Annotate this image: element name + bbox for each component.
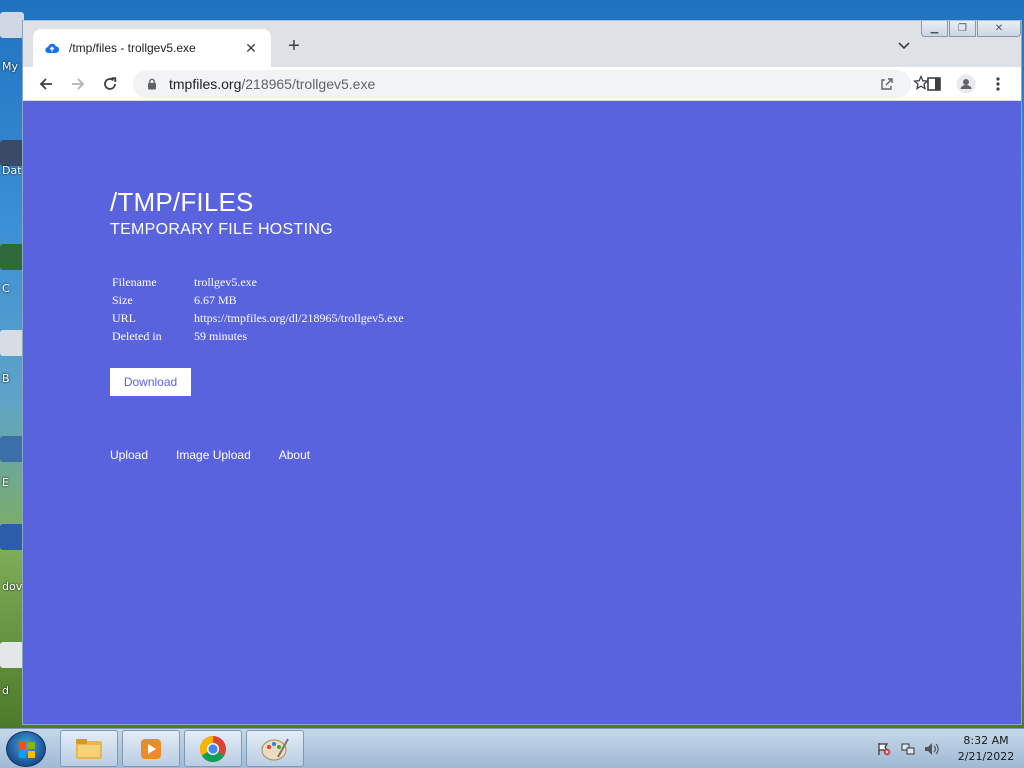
chrome-icon[interactable]: [184, 730, 242, 767]
share-icon[interactable]: [879, 76, 895, 92]
info-key: Size: [112, 293, 133, 307]
forward-arrow-icon[interactable]: [65, 71, 91, 97]
desktop-icon-label: My: [2, 60, 19, 73]
file-icon[interactable]: [0, 330, 24, 356]
back-arrow-icon[interactable]: [33, 71, 59, 97]
action-center-flag-icon[interactable]: [876, 741, 892, 757]
media-player-icon[interactable]: [122, 730, 180, 767]
restore-icon[interactable]: ❐: [949, 21, 976, 37]
info-value: 6.67 MB: [194, 293, 237, 307]
table-row: Size 6.67 MB: [110, 293, 404, 311]
url-text: tmpfiles.org/218965/trollgev5.exe: [169, 76, 376, 92]
cloud-upload-icon: [45, 41, 59, 55]
window-controls: ▁ ❐ ✕: [921, 21, 1021, 37]
close-window-icon[interactable]: ✕: [977, 21, 1021, 37]
desktop-icon-label: d: [2, 684, 9, 697]
clock-date: 2/21/2022: [957, 750, 1015, 763]
tab-active[interactable]: /tmp/files - trollgev5.exe ✕: [33, 29, 271, 67]
info-value: trollgev5.exe: [194, 275, 257, 289]
browser-window: /tmp/files - trollgev5.exe ✕ + ▁ ❐ ✕ tmp…: [22, 20, 1022, 725]
profile-avatar-icon[interactable]: [953, 71, 979, 97]
start-button[interactable]: [6, 731, 46, 767]
image-upload-link[interactable]: Image Upload: [176, 448, 251, 462]
side-panel-icon[interactable]: [921, 71, 947, 97]
web-page: /TMP/FILES TEMPORARY FILE HOSTING Filena…: [23, 101, 1021, 724]
tab-title: /tmp/files - trollgev5.exe: [69, 41, 196, 55]
clock[interactable]: 8:32 AM 2/21/2022: [948, 733, 1024, 765]
site-title: /TMP/FILES: [110, 187, 254, 217]
more-menu-icon[interactable]: [985, 71, 1011, 97]
close-tab-icon[interactable]: ✕: [243, 40, 259, 56]
info-key: Deleted in: [112, 329, 162, 343]
desktop-icon-label: Dat: [2, 164, 22, 177]
desktop-icon-label: B: [2, 372, 10, 385]
info-key: Filename: [112, 275, 157, 289]
minimize-icon[interactable]: ▁: [921, 21, 948, 37]
site-subtitle: TEMPORARY FILE HOSTING: [110, 221, 333, 238]
address-bar[interactable]: tmpfiles.org/218965/trollgev5.exe: [133, 70, 929, 98]
table-row: Deleted in 59 minutes: [110, 329, 404, 347]
info-value: 59 minutes: [194, 329, 247, 343]
computer-icon[interactable]: [0, 12, 24, 38]
info-value[interactable]: https://tmpfiles.org/dl/218965/trollgev5…: [192, 311, 404, 329]
footer-links: Upload Image Upload About: [110, 448, 338, 462]
file-icon[interactable]: [0, 436, 24, 462]
network-icon[interactable]: [900, 741, 916, 757]
file-icon[interactable]: [0, 524, 24, 550]
desktop-icon-label: C: [2, 282, 10, 295]
clock-time: 8:32 AM: [963, 734, 1009, 747]
paint-icon[interactable]: [246, 730, 304, 767]
about-link[interactable]: About: [279, 448, 310, 462]
file-explorer-icon[interactable]: [60, 730, 118, 767]
taskbar: 8:32 AM 2/21/2022: [0, 728, 1024, 768]
file-icon[interactable]: [0, 642, 24, 668]
desktop-icon-label: dov: [2, 580, 23, 593]
file-info-table: Filename trollgev5.exe Size 6.67 MB URL …: [110, 275, 404, 347]
table-row: Filename trollgev5.exe: [110, 275, 404, 293]
file-icon[interactable]: [0, 140, 24, 166]
desktop-icon-label: E: [2, 476, 9, 489]
upload-link[interactable]: Upload: [110, 448, 148, 462]
download-button[interactable]: Download: [110, 368, 191, 396]
table-row: URL https://tmpfiles.org/dl/218965/troll…: [110, 311, 404, 329]
reload-icon[interactable]: [97, 71, 123, 97]
volume-icon[interactable]: [924, 741, 940, 757]
lock-icon[interactable]: [145, 77, 159, 91]
tab-strip: /tmp/files - trollgev5.exe ✕ + ▁ ❐ ✕: [23, 21, 1021, 67]
system-tray: 8:32 AM 2/21/2022: [876, 729, 1024, 768]
new-tab-button[interactable]: +: [283, 35, 305, 57]
file-icon[interactable]: [0, 244, 24, 270]
tab-search-icon[interactable]: [895, 37, 913, 55]
info-key: URL: [112, 311, 136, 325]
browser-toolbar: tmpfiles.org/218965/trollgev5.exe: [23, 67, 1021, 101]
